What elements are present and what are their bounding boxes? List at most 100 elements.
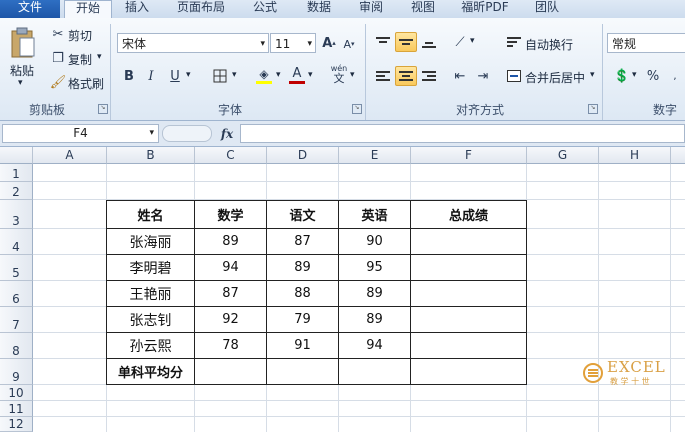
- table-cell[interactable]: 94: [195, 255, 267, 281]
- table-cell[interactable]: 张志钊: [107, 307, 195, 333]
- underline-dropdown-icon[interactable]: ▾: [186, 70, 191, 80]
- column-header-c[interactable]: C: [195, 147, 267, 164]
- row-header-12[interactable]: 12: [0, 417, 33, 432]
- shrink-font-icon[interactable]: A ▾: [340, 35, 358, 53]
- font-color-icon[interactable]: A: [288, 64, 306, 86]
- tab-foxit-pdf[interactable]: 福昕PDF: [450, 0, 520, 18]
- paste-icon[interactable]: [8, 26, 38, 60]
- header-cell-math[interactable]: 数学: [195, 201, 267, 229]
- table-cell[interactable]: [411, 255, 527, 281]
- tab-review[interactable]: 审阅: [348, 0, 394, 18]
- select-all-corner[interactable]: [0, 147, 33, 164]
- decrease-indent-icon[interactable]: ⇤: [450, 66, 470, 86]
- copy-button[interactable]: 复制: [68, 51, 92, 68]
- header-cell-chinese[interactable]: 语文: [267, 201, 339, 229]
- column-header-g[interactable]: G: [527, 147, 599, 164]
- column-header-e[interactable]: E: [339, 147, 411, 164]
- table-cell[interactable]: [411, 333, 527, 359]
- row-header-9[interactable]: 9: [0, 359, 33, 385]
- table-cell[interactable]: 94: [339, 333, 411, 359]
- formula-expand-handle[interactable]: [162, 125, 212, 142]
- table-cell[interactable]: 87: [267, 229, 339, 255]
- merge-center-button[interactable]: 合并后居中: [525, 69, 585, 86]
- row-header-6[interactable]: 6: [0, 281, 33, 307]
- clipboard-launcher-icon[interactable]: ↘: [98, 104, 108, 114]
- fill-color-dropdown-icon[interactable]: ▾: [276, 70, 281, 80]
- phonetic-guide-icon[interactable]: wén 文: [328, 64, 350, 86]
- row-header-3[interactable]: 3: [0, 200, 33, 229]
- table-cell[interactable]: 孙云熙: [107, 333, 195, 359]
- row-header-5[interactable]: 5: [0, 255, 33, 281]
- row-header-10[interactable]: 10: [0, 385, 33, 401]
- table-cell[interactable]: 95: [339, 255, 411, 281]
- table-cell[interactable]: 90: [339, 229, 411, 255]
- tab-page-layout[interactable]: 页面布局: [166, 0, 236, 18]
- table-cell[interactable]: [339, 359, 411, 385]
- tab-home[interactable]: 开始: [64, 0, 112, 20]
- orientation-dropdown-icon[interactable]: ▾: [470, 36, 475, 46]
- tab-team[interactable]: 团队: [524, 0, 570, 18]
- header-cell-english[interactable]: 英语: [339, 201, 411, 229]
- tab-file[interactable]: 文件: [0, 0, 60, 18]
- table-cell[interactable]: 89: [339, 281, 411, 307]
- table-cell[interactable]: [411, 359, 527, 385]
- table-cell[interactable]: 89: [339, 307, 411, 333]
- row-header-11[interactable]: 11: [0, 401, 33, 417]
- header-cell-total[interactable]: 总成绩: [411, 201, 527, 229]
- font-launcher-icon[interactable]: ↘: [352, 104, 362, 114]
- row-header-7[interactable]: 7: [0, 307, 33, 333]
- number-format-select[interactable]: 常规: [607, 33, 685, 53]
- wrap-text-button[interactable]: 自动换行: [525, 36, 573, 53]
- align-center-icon[interactable]: [395, 66, 417, 86]
- column-header-b[interactable]: B: [107, 147, 195, 164]
- italic-button[interactable]: I: [142, 66, 160, 86]
- font-name-select[interactable]: 宋体 ▾: [117, 33, 269, 53]
- comma-style-icon[interactable]: ,: [666, 66, 684, 86]
- paste-button[interactable]: 粘贴: [10, 62, 34, 79]
- tab-formulas[interactable]: 公式: [240, 0, 290, 18]
- align-left-icon[interactable]: [373, 66, 393, 86]
- grow-font-icon[interactable]: A ▴: [320, 33, 338, 53]
- percent-button[interactable]: %: [644, 66, 662, 86]
- insert-function-icon[interactable]: fx: [216, 124, 238, 143]
- tab-data[interactable]: 数据: [294, 0, 344, 18]
- align-bottom-icon[interactable]: [419, 32, 439, 52]
- table-cell[interactable]: 79: [267, 307, 339, 333]
- table-cell[interactable]: [195, 359, 267, 385]
- header-cell-name[interactable]: 姓名: [107, 201, 195, 229]
- table-cell[interactable]: [411, 281, 527, 307]
- worksheet-grid[interactable]: A B C D E F G H 1 2 3 4 5 6 7 8 9 10 11 …: [0, 147, 685, 432]
- table-cell[interactable]: 92: [195, 307, 267, 333]
- fill-color-icon[interactable]: ◈: [254, 64, 274, 86]
- tab-view[interactable]: 视图: [400, 0, 446, 18]
- selected-cell-f4[interactable]: [411, 229, 527, 255]
- footer-cell-average[interactable]: 单科平均分: [107, 359, 195, 385]
- orientation-icon[interactable]: ⟋: [450, 32, 470, 52]
- table-cell[interactable]: [267, 359, 339, 385]
- copy-dropdown-icon[interactable]: ▾: [97, 52, 102, 62]
- increase-indent-icon[interactable]: ⇥: [473, 66, 493, 86]
- merge-dropdown-icon[interactable]: ▾: [590, 70, 595, 80]
- row-header-4[interactable]: 4: [0, 229, 33, 255]
- table-cell[interactable]: 王艳丽: [107, 281, 195, 307]
- accounting-dropdown-icon[interactable]: ▾: [632, 70, 637, 80]
- underline-button[interactable]: U: [166, 66, 184, 86]
- row-header-2[interactable]: 2: [0, 182, 33, 200]
- font-color-dropdown-icon[interactable]: ▾: [308, 70, 313, 80]
- align-middle-icon[interactable]: [395, 32, 417, 52]
- table-cell[interactable]: 89: [267, 255, 339, 281]
- cut-button[interactable]: 剪切: [68, 27, 92, 44]
- table-cell[interactable]: 李明碧: [107, 255, 195, 281]
- column-header-d[interactable]: D: [267, 147, 339, 164]
- column-header-a[interactable]: A: [33, 147, 107, 164]
- table-cell[interactable]: 88: [267, 281, 339, 307]
- column-header-f[interactable]: F: [411, 147, 527, 164]
- table-cell[interactable]: 87: [195, 281, 267, 307]
- font-size-select[interactable]: 11 ▾: [270, 33, 316, 53]
- row-header-8[interactable]: 8: [0, 333, 33, 359]
- table-cell[interactable]: 89: [195, 229, 267, 255]
- table-cell[interactable]: 张海丽: [107, 229, 195, 255]
- table-cell[interactable]: 78: [195, 333, 267, 359]
- paste-dropdown-icon[interactable]: ▾: [18, 78, 23, 88]
- name-box[interactable]: F4 ▾: [2, 124, 159, 143]
